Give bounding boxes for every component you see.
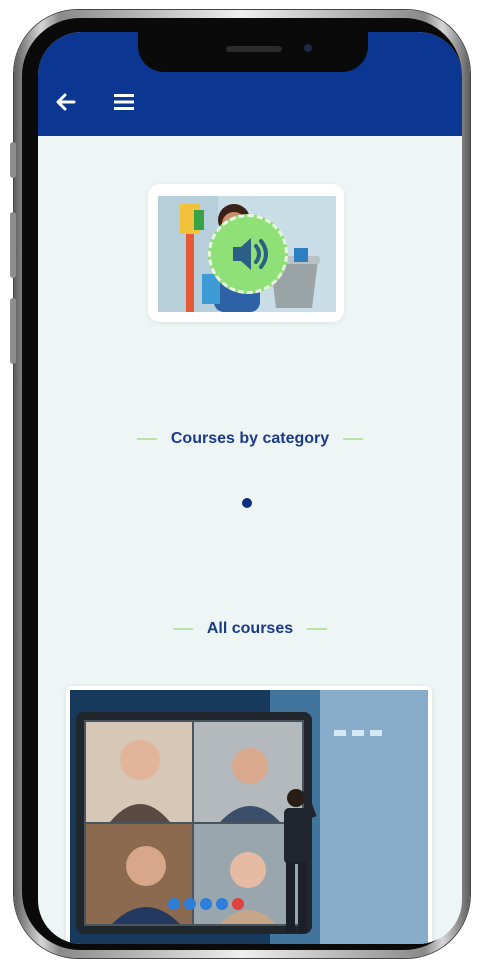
play-audio-button[interactable] <box>208 214 288 294</box>
courses-by-category-heading: Courses by category <box>38 430 462 448</box>
heading-dash-right <box>307 627 328 630</box>
all-courses-heading: All courses <box>38 620 462 638</box>
video-conference-illustration <box>70 690 428 944</box>
heading-dash-left <box>172 627 193 630</box>
courses-by-category-title: Courses by category <box>170 430 330 447</box>
course-image <box>70 690 428 944</box>
menu-button[interactable] <box>110 88 138 116</box>
back-button[interactable] <box>52 88 80 116</box>
hamburger-menu-icon <box>114 94 134 110</box>
course-card[interactable] <box>66 686 432 944</box>
app-screen: Courses by category All courses <box>38 32 462 944</box>
phone-notch <box>138 32 368 72</box>
speaker-volume-icon <box>233 238 268 270</box>
heading-dash-right <box>343 437 364 440</box>
phone-volume-down <box>10 298 16 364</box>
carousel-dot[interactable] <box>242 498 252 508</box>
earpiece-speaker <box>226 46 282 52</box>
arrow-left-icon <box>56 93 76 111</box>
phone-mute-switch <box>10 142 16 178</box>
front-camera <box>304 44 312 52</box>
all-courses-title: All courses <box>206 620 294 637</box>
heading-dash-left <box>136 437 157 440</box>
phone-volume-up <box>10 212 16 278</box>
